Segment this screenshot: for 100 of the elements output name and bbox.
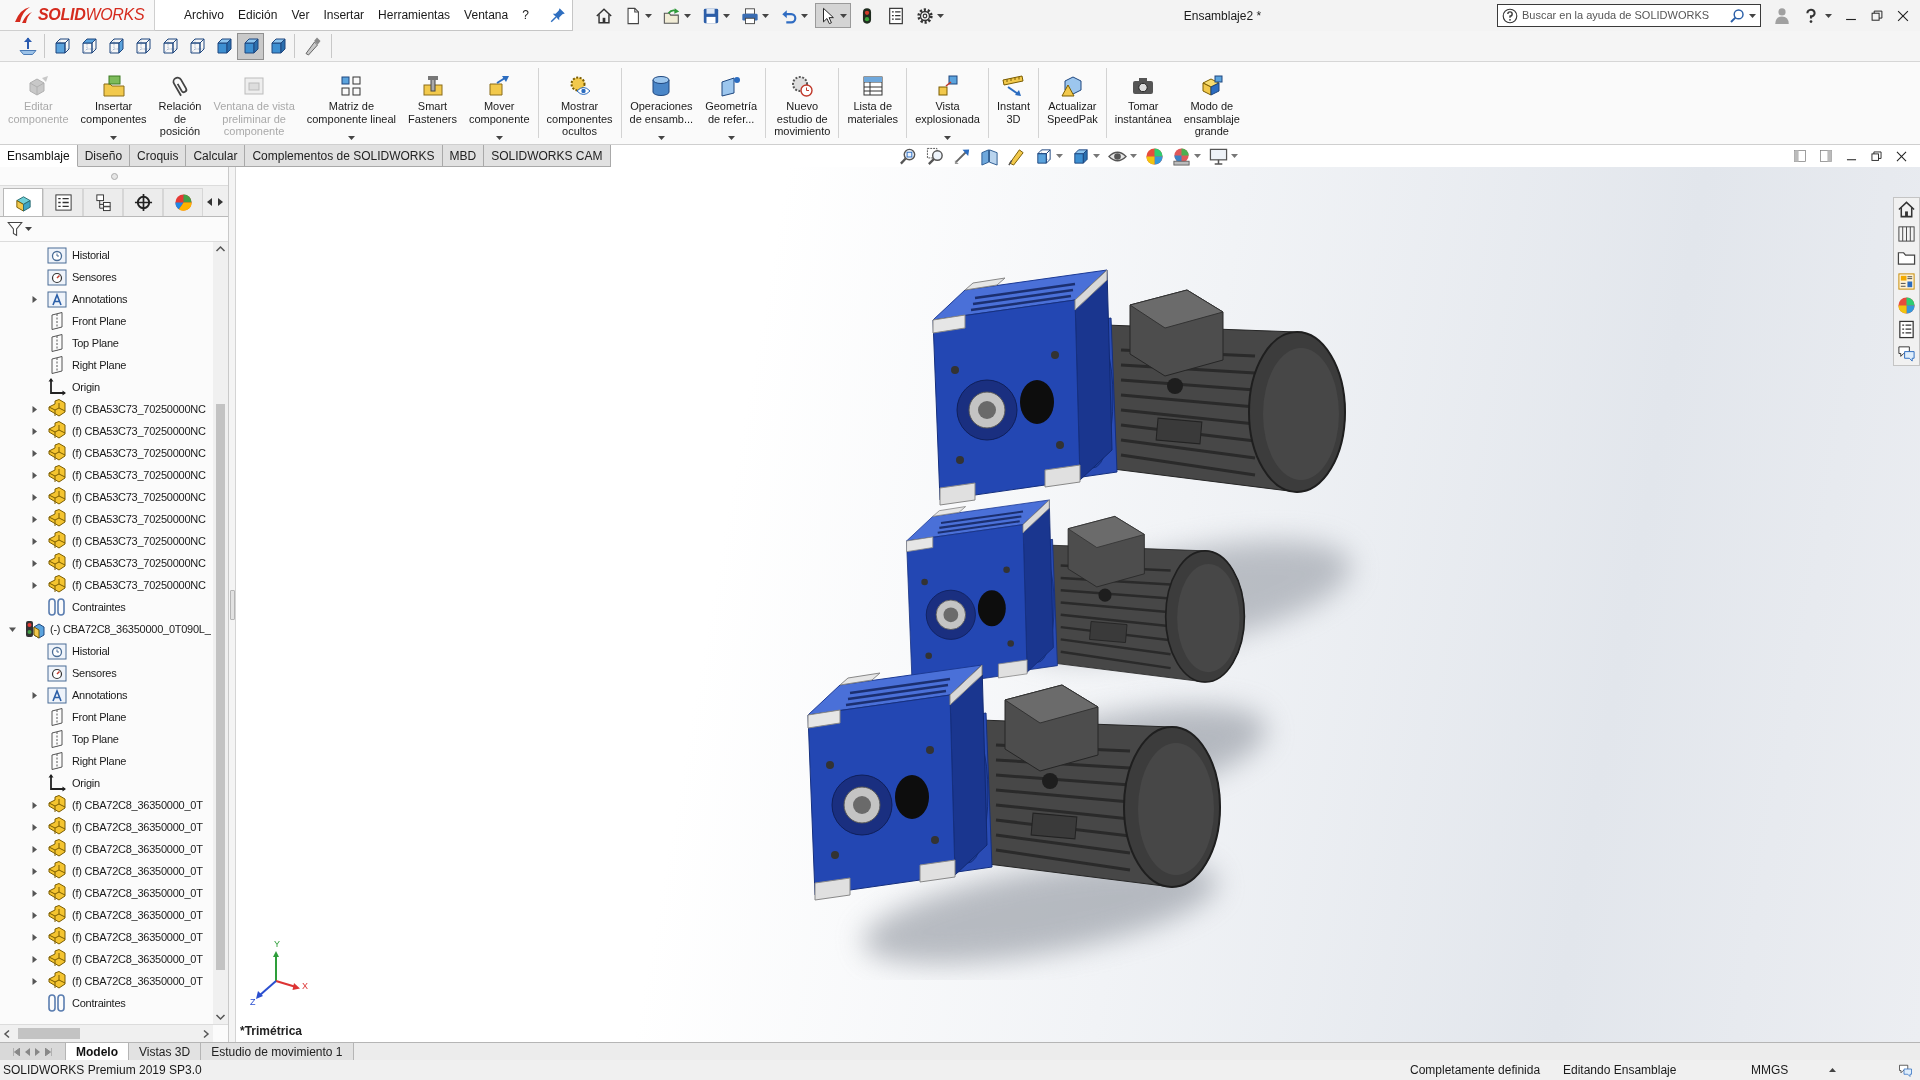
- expand-arrow-icon[interactable]: [30, 537, 38, 545]
- caret-icon[interactable]: [722, 13, 730, 18]
- expand-arrow-icon[interactable]: [30, 427, 38, 435]
- ribbon-button[interactable]: Mover componente: [462, 62, 536, 144]
- tree-item[interactable]: Right Plane: [72, 752, 127, 770]
- expand-arrow-icon[interactable]: [30, 581, 38, 589]
- panel-tab[interactable]: [83, 188, 123, 216]
- tab[interactable]: Estudio de movimiento 1: [201, 1043, 354, 1060]
- expand-arrow-icon[interactable]: [30, 559, 38, 567]
- menu-item[interactable]: Insertar: [316, 6, 372, 24]
- menu-item[interactable]: Ventana: [457, 6, 516, 24]
- library-icon[interactable]: [1897, 224, 1916, 243]
- caret-icon[interactable]: [347, 136, 355, 140]
- scroll-right-icon[interactable]: [218, 198, 223, 206]
- caret-icon[interactable]: [1193, 154, 1201, 158]
- tree-item[interactable]: Top Plane: [72, 730, 119, 748]
- caret-icon[interactable]: [495, 136, 503, 140]
- caret-icon[interactable]: [1055, 154, 1063, 158]
- caret-icon[interactable]: [800, 13, 808, 18]
- ribbon-button[interactable]: Actualizar SpeedPak: [1041, 62, 1104, 144]
- color-ball-icon[interactable]: [1144, 146, 1164, 166]
- tab[interactable]: SOLIDWORKS CAM: [484, 145, 611, 167]
- menu-item[interactable]: Ver: [284, 6, 317, 24]
- section-view-icon[interactable]: [979, 146, 999, 166]
- caret-icon[interactable]: [110, 136, 118, 140]
- tile-left-icon[interactable]: [1793, 149, 1807, 163]
- home-icon[interactable]: [1897, 200, 1916, 219]
- caret-icon[interactable]: [1092, 154, 1100, 158]
- tree-item[interactable]: (f) CBA72C8_36350000_0T: [72, 818, 203, 836]
- close-icon[interactable]: [1896, 8, 1910, 23]
- ribbon-button[interactable]: Instant 3D: [990, 62, 1036, 144]
- tab[interactable]: Modelo: [66, 1043, 129, 1060]
- tree-item[interactable]: Origin: [72, 774, 100, 792]
- list-icon[interactable]: [1897, 320, 1916, 339]
- menu-item[interactable]: ?: [515, 6, 536, 24]
- ribbon-button[interactable]: Relación de posición: [152, 62, 208, 144]
- ribbon-button[interactable]: Geometría de refer...: [699, 62, 764, 144]
- tree-item[interactable]: Annotations: [72, 686, 128, 704]
- tree-item[interactable]: Front Plane: [72, 708, 127, 726]
- expand-arrow-icon[interactable]: [30, 295, 38, 303]
- tree-item[interactable]: (-) CBA72C8_36350000_0T090L_: [50, 620, 211, 638]
- expand-arrow-icon[interactable]: [30, 889, 38, 897]
- ribbon-button[interactable]: Operaciones de ensamb...: [623, 62, 700, 144]
- select-button[interactable]: [814, 3, 851, 28]
- caret-icon[interactable]: [1230, 154, 1238, 158]
- expand-arrow-icon[interactable]: [30, 801, 38, 809]
- tree-item[interactable]: Sensores: [72, 664, 117, 682]
- caret-icon[interactable]: [1749, 13, 1756, 18]
- caret-icon[interactable]: [657, 136, 665, 140]
- scene-ball-icon[interactable]: [1171, 146, 1191, 166]
- caret-icon[interactable]: [839, 13, 847, 18]
- tree-item[interactable]: (f) CBA72C8_36350000_0T: [72, 862, 203, 880]
- caret-icon[interactable]: [683, 13, 691, 18]
- ribbon-button[interactable]: Mostrar componentes ocultos: [540, 62, 619, 144]
- zoom-to-fit-icon[interactable]: [898, 146, 918, 166]
- tree-item[interactable]: Contraintes: [72, 994, 126, 1012]
- restore-icon[interactable]: [1870, 8, 1884, 23]
- panel-tab[interactable]: [123, 188, 163, 216]
- tab[interactable]: MBD: [442, 145, 485, 167]
- caret-icon[interactable]: [1129, 154, 1137, 158]
- tile-right-icon[interactable]: [1819, 149, 1833, 163]
- scrollbar-thumb[interactable]: [18, 1028, 80, 1039]
- ribbon-button[interactable]: Modo de ensamblaje grande: [1177, 62, 1246, 144]
- palette-icon[interactable]: [1897, 272, 1916, 291]
- tab[interactable]: Complementos de SOLIDWORKS: [245, 145, 443, 167]
- monitor-icon[interactable]: [1208, 146, 1228, 166]
- expand-arrow-icon[interactable]: [30, 515, 38, 523]
- ribbon-button[interactable]: Vista explosionada: [909, 62, 986, 144]
- collapse-handle[interactable]: [229, 589, 235, 620]
- expand-arrow-icon[interactable]: [30, 933, 38, 941]
- expand-arrow-icon[interactable]: [30, 691, 38, 699]
- tree-item[interactable]: (f) CBA72C8_36350000_0T: [72, 796, 203, 814]
- caret-icon[interactable]: [936, 13, 944, 18]
- close-icon[interactable]: [1895, 149, 1908, 163]
- ribbon-button[interactable]: Nuevo estudio de movimiento: [768, 62, 837, 144]
- tab[interactable]: Croquis: [130, 145, 187, 167]
- caret-icon[interactable]: [727, 136, 735, 140]
- expand-arrow-icon[interactable]: [30, 955, 38, 963]
- expand-arrow-icon[interactable]: [30, 823, 38, 831]
- ribbon-button[interactable]: Smart Fasteners: [402, 62, 463, 144]
- tree-item[interactable]: (f) CBA72C8_36350000_0T: [72, 884, 203, 902]
- expand-arrow-icon[interactable]: [30, 471, 38, 479]
- restore-icon[interactable]: [1870, 149, 1883, 163]
- tree-item[interactable]: (f) CBA72C8_36350000_0T: [72, 928, 203, 946]
- expand-arrow-icon[interactable]: [30, 449, 38, 457]
- caret-icon[interactable]: [1825, 13, 1832, 18]
- pencil-icon[interactable]: [1006, 146, 1026, 166]
- ribbon-button[interactable]: Insertar componentes: [74, 62, 153, 144]
- tree-item[interactable]: (f) CBA72C8_36350000_0T: [72, 950, 203, 968]
- caret-icon[interactable]: [761, 13, 769, 18]
- tab[interactable]: Diseño: [77, 145, 131, 167]
- pin-icon[interactable]: [549, 7, 566, 23]
- expand-arrow-icon[interactable]: [30, 911, 38, 919]
- scrollbar-thumb[interactable]: [216, 404, 225, 970]
- tree-item[interactable]: (f) CBA72C8_36350000_0T: [72, 906, 203, 924]
- caret-icon[interactable]: [1829, 1068, 1836, 1072]
- filter-icon[interactable]: [7, 221, 23, 237]
- expand-arrow-icon[interactable]: [30, 977, 38, 985]
- tree-item[interactable]: (f) CBA72C8_36350000_0T: [72, 840, 203, 858]
- tree-item[interactable]: (f) CBA72C8_36350000_0T: [72, 972, 203, 990]
